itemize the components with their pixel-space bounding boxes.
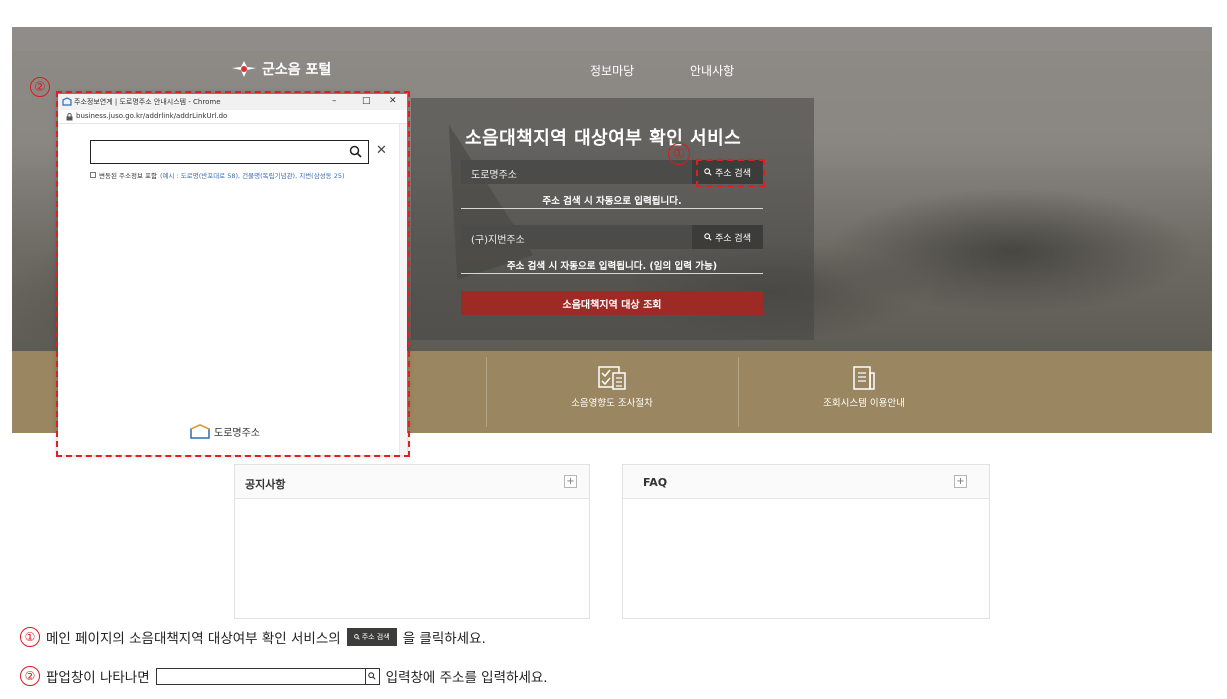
- document-icon: [853, 366, 875, 390]
- quick-link-divider: [486, 357, 487, 427]
- quick-link-divider: [738, 357, 739, 427]
- road-hint-divider: [461, 208, 763, 209]
- notice-board-title: 공지사항: [245, 478, 286, 491]
- step-1-text-before: 메인 페이지의 소음대책지역 대상여부 확인 서비스의: [46, 631, 341, 647]
- search-icon: [353, 634, 360, 640]
- step-2-input-sample: [155, 667, 380, 685]
- step-2-search-box: [365, 667, 380, 685]
- step-2-marker: ②: [20, 666, 40, 686]
- lot-hint-divider: [461, 273, 763, 274]
- faq-board-title: FAQ: [643, 476, 668, 489]
- lot-address-label: (구)지번주소: [471, 235, 525, 246]
- lot-search-button[interactable]: 주소 검색: [692, 225, 763, 249]
- nav-info[interactable]: 정보마당: [590, 62, 634, 79]
- step-1-text-after: 을 클릭하세요.: [402, 631, 486, 647]
- search-panel-title: 소음대책지역 대상여부 확인 서비스: [465, 128, 742, 149]
- step-1-search-button-sample: 주소 검색: [346, 628, 397, 646]
- faq-board-header: FAQ +: [623, 465, 989, 499]
- road-address-label: 도로명주소: [471, 170, 517, 181]
- faq-board: FAQ +: [622, 464, 990, 619]
- emblem-icon: [232, 61, 256, 77]
- road-hint: 주소 검색 시 자동으로 입력됩니다.: [542, 196, 682, 207]
- notice-board-header: 공지사항 +: [235, 465, 589, 499]
- lot-hint: 주소 검색 시 자동으로 입력됩니다. (임의 입력 가능): [506, 261, 718, 272]
- search-icon: [704, 233, 712, 241]
- marker-two: ②: [30, 77, 50, 97]
- step-2-text-after: 입력창에 주소를 입력하세요.: [385, 670, 548, 686]
- notice-board: 공지사항 +: [234, 464, 590, 619]
- logo[interactable]: 군소음 포털: [232, 58, 331, 80]
- notice-more-button[interactable]: +: [564, 475, 577, 488]
- step-1-search-button-label: 주소 검색: [361, 633, 390, 641]
- lot-address-field[interactable]: (구)지번주소 주소 검색: [461, 225, 763, 249]
- noise-area-lookup-button[interactable]: 소음대책지역 대상 조회: [461, 291, 763, 315]
- step-2-text-before: 팝업창이 나타나면: [46, 670, 150, 686]
- nav-notice[interactable]: 안내사항: [690, 62, 734, 79]
- top-band: [12, 27, 1212, 51]
- step-1-marker: ①: [20, 627, 40, 647]
- quick-link-survey[interactable]: 소음영향도 조사절차: [512, 365, 712, 409]
- quick-link-guide[interactable]: 조회시스템 이용안내: [764, 365, 964, 409]
- checklist-icon: [598, 366, 626, 390]
- instruction-step-1: ① 메인 페이지의 소음대책지역 대상여부 확인 서비스의 주소 검색 을 클릭…: [20, 627, 486, 647]
- marker-one: ①: [668, 143, 690, 165]
- step-2-input-box: [155, 667, 366, 685]
- instruction-step-2: ② 팝업창이 나타나면 입력창에 주소를 입력하세요.: [20, 666, 548, 686]
- faq-more-button[interactable]: +: [954, 475, 967, 488]
- quick-link-guide-label: 조회시스템 이용안내: [823, 398, 905, 409]
- search-icon: [368, 672, 376, 680]
- highlight-popup: [56, 91, 410, 457]
- logo-text: 군소음 포털: [262, 62, 332, 78]
- highlight-search-button: [696, 159, 765, 187]
- lot-search-button-label: 주소 검색: [715, 233, 751, 244]
- quick-link-survey-label: 소음영향도 조사절차: [571, 398, 653, 409]
